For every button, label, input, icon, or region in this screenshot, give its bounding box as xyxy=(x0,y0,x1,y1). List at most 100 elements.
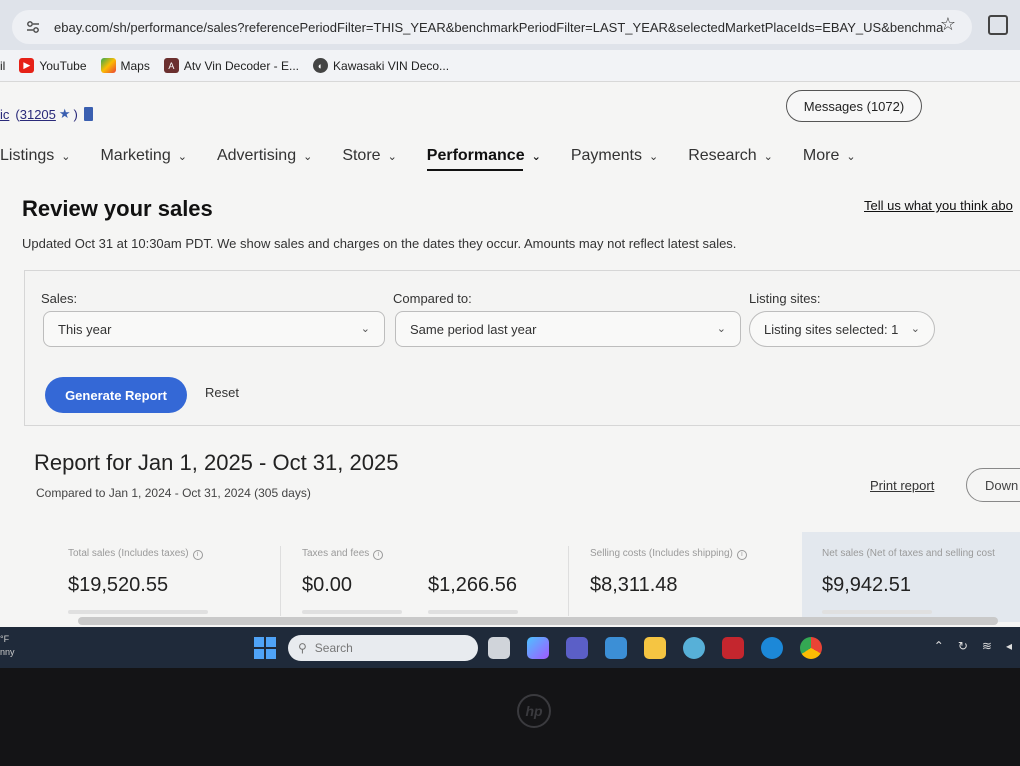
url-text[interactable]: ebay.com/sh/performance/sales?referenceP… xyxy=(54,20,944,35)
metric-value: $1,266.56 xyxy=(428,574,517,596)
metrics-row: Total sales (Includes taxes) i $19,520.55… xyxy=(34,532,1020,622)
metric-divider xyxy=(568,546,569,616)
messages-button[interactable]: Messages (1072) xyxy=(786,90,922,122)
generate-report-button[interactable]: Generate Report xyxy=(45,377,187,413)
mcafee-icon[interactable] xyxy=(722,637,744,659)
nav-label: Marketing xyxy=(100,147,171,164)
info-icon[interactable]: i xyxy=(192,550,203,560)
weather-widget[interactable]: °F nny xyxy=(0,633,15,659)
metric-net-sales: Net sales (Net of taxes and selling cost… xyxy=(822,532,1020,622)
nav-label: Research xyxy=(688,147,757,164)
teams-icon[interactable] xyxy=(566,637,588,659)
file-explorer-icon[interactable] xyxy=(644,637,666,659)
feedback-link[interactable]: Tell us what you think abo xyxy=(864,198,1013,213)
metric-value: $0.00 xyxy=(302,574,353,596)
download-button[interactable]: Down xyxy=(966,468,1020,502)
help-app-icon[interactable] xyxy=(683,637,705,659)
sales-period-label: Sales: xyxy=(41,291,78,306)
chevron-up-icon[interactable]: ⌃ xyxy=(934,639,944,653)
main-nav: Listings ⌄ Marketing ⌄ Advertising ⌄ Store ⌄… xyxy=(0,138,1020,174)
metric-label: Selling costs (Includes shipping) xyxy=(590,548,733,559)
chevron-down-icon: ⌄ xyxy=(716,323,726,335)
metric-subtext xyxy=(302,610,402,614)
username-link[interactable]: ic xyxy=(0,107,9,122)
windows-start-icon[interactable] xyxy=(254,637,276,659)
system-tray: ⌃ ↻ ≋ ◂ xyxy=(934,639,1012,653)
compared-to-label: Compared to: xyxy=(393,291,472,306)
nav-marketing[interactable]: Marketing ⌄ xyxy=(100,141,186,171)
bookmark-youtube[interactable]: ▶ YouTube xyxy=(19,58,87,73)
nav-advertising[interactable]: Advertising ⌄ xyxy=(217,141,312,171)
bookmark-star-icon[interactable]: ☆ xyxy=(940,14,956,35)
bookmark-label: Maps xyxy=(120,58,150,73)
wifi-icon[interactable]: ≋ xyxy=(982,639,992,653)
search-placeholder: Search xyxy=(314,641,353,655)
nav-store[interactable]: Store ⌄ xyxy=(342,141,396,171)
feedback-star-icon: ★ xyxy=(58,106,71,121)
listing-sites-select[interactable]: Listing sites selected: 1 ⌄ xyxy=(749,311,935,347)
metric-selling-costs: Selling costs (Includes shipping) i $8,31… xyxy=(590,532,790,622)
bookmarks-bar: il ▶ YouTube Maps A Atv Vin Decoder - E.… xyxy=(0,50,1020,82)
chevron-down-icon: ⌄ xyxy=(846,150,856,163)
bookmark-maps[interactable]: Maps xyxy=(100,58,150,73)
chevron-down-icon: ⌄ xyxy=(648,150,659,163)
nav-more[interactable]: More ⌄ xyxy=(803,141,856,171)
volume-icon[interactable]: ◂ xyxy=(1006,639,1012,653)
site-settings-icon[interactable] xyxy=(22,16,44,38)
sync-icon[interactable]: ↻ xyxy=(958,639,968,653)
metric-value: $9,942.51 xyxy=(822,574,911,596)
browser-toolbar: ebay.com/sh/performance/sales?referenceP… xyxy=(0,0,1020,50)
nav-label: Advertising xyxy=(216,147,297,164)
info-icon[interactable]: i xyxy=(373,550,384,560)
chevron-down-icon: ⌄ xyxy=(61,150,71,163)
nav-research[interactable]: Research ⌄ xyxy=(688,141,773,171)
lens-icon[interactable] xyxy=(988,15,1008,35)
metric-value: $19,520.55 xyxy=(68,574,169,596)
updated-notice: Updated Oct 31 at 10:30am PDT. We show s… xyxy=(22,236,737,251)
windows-taskbar: °F nny ⚲ Search ⌃ ↻ ≋ ◂ xyxy=(0,627,1020,668)
compared-to-select[interactable]: Same period last year ⌄ xyxy=(395,311,741,347)
atv-icon: A xyxy=(163,58,179,73)
chevron-down-icon: ⌄ xyxy=(531,150,541,163)
listing-sites-label: Listing sites: xyxy=(749,291,821,306)
bookmark-atv-vin[interactable]: A Atv Vin Decoder - E... xyxy=(163,58,299,73)
nav-label: Store xyxy=(342,147,381,164)
bookmark-label: il xyxy=(0,58,6,73)
taskbar-search[interactable]: ⚲ Search xyxy=(288,635,478,661)
laptop-bezel xyxy=(0,668,1020,766)
metric-total-sales: Total sales (Includes taxes) i $19,520.55 xyxy=(68,532,268,622)
nav-payments[interactable]: Payments ⌄ xyxy=(571,141,658,171)
report-filters: Sales: This year ⌄ Compared to: Same per… xyxy=(24,270,1020,426)
metric-label: Net sales (Net of taxes and selling cost xyxy=(822,548,995,559)
select-value: Listing sites selected: 1 xyxy=(764,321,899,337)
reset-button[interactable]: Reset xyxy=(205,385,239,400)
nav-performance[interactable]: Performance ⌄ xyxy=(426,141,541,171)
copilot-icon[interactable] xyxy=(527,637,549,659)
feedback-score-link[interactable]: 31205 xyxy=(20,107,56,122)
info-icon[interactable]: i xyxy=(736,550,747,560)
compared-range: Compared to Jan 1, 2024 - Oct 31, 2024 (… xyxy=(36,486,311,500)
bookmark-mail[interactable]: il xyxy=(0,59,5,73)
print-report-link[interactable]: Print report xyxy=(870,478,934,493)
bookmark-kawasaki-vin[interactable]: ◐ Kawasaki VIN Deco... xyxy=(313,58,449,73)
task-view-icon[interactable] xyxy=(488,637,510,659)
weather-temp: °F xyxy=(0,634,10,644)
address-bar[interactable]: ebay.com/sh/performance/sales?referenceP… xyxy=(12,10,972,44)
metric-subtext xyxy=(822,610,932,614)
bookmark-label: YouTube xyxy=(39,58,87,73)
page-title: Review your sales xyxy=(22,196,213,221)
metric-label: Taxes and fees xyxy=(302,548,370,559)
chevron-down-icon: ⌄ xyxy=(763,150,773,163)
maps-icon xyxy=(100,58,116,73)
ebay-seller-page: ic ( 31205 ★ ) Messages (1072) Listings ⌄… xyxy=(0,82,1020,627)
nav-label: More xyxy=(802,147,840,164)
widgets-app-icon[interactable] xyxy=(605,637,627,659)
nav-listings[interactable]: Listings ⌄ xyxy=(0,141,70,171)
sales-period-select[interactable]: This year ⌄ xyxy=(43,311,385,347)
horizontal-scrollbar[interactable] xyxy=(78,617,998,625)
metric-subtext xyxy=(428,610,518,614)
chrome-icon[interactable] xyxy=(800,637,822,659)
screen: ebay.com/sh/performance/sales?referenceP… xyxy=(0,0,1020,668)
edge-icon[interactable] xyxy=(761,637,783,659)
metric-label: Total sales (Includes taxes) xyxy=(68,548,189,559)
